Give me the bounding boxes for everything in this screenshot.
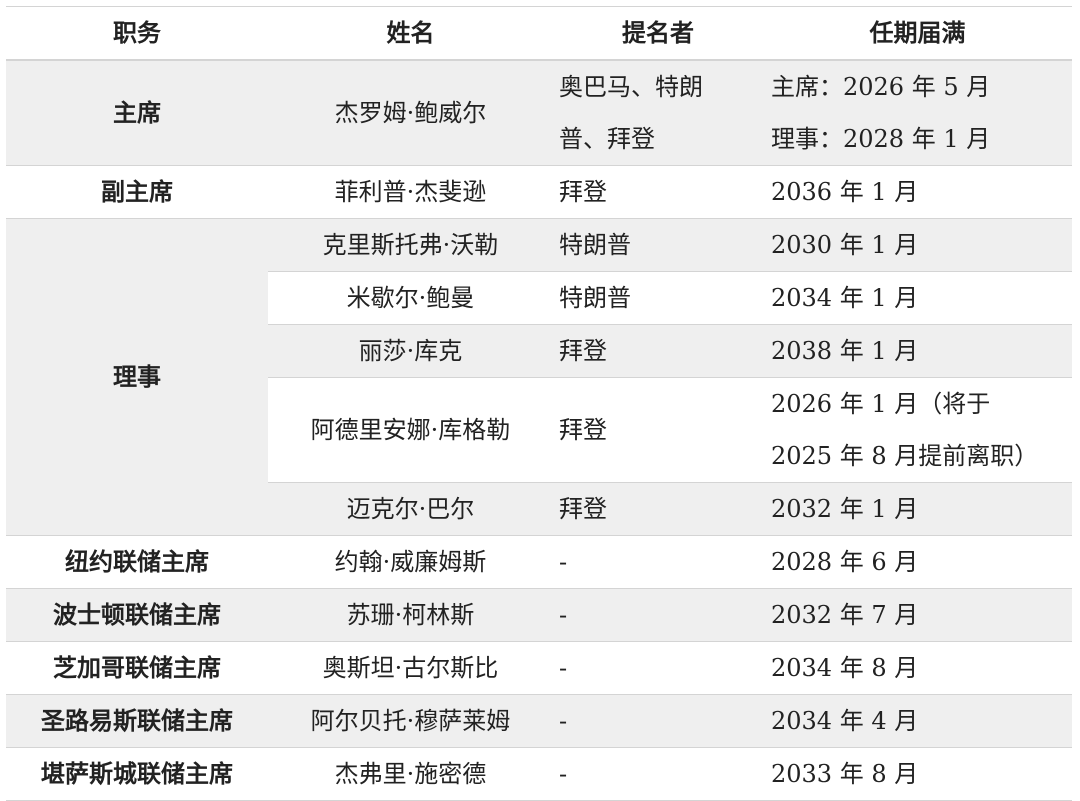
position-cell: 芝加哥联储主席: [6, 641, 268, 695]
table-row-chair: 主席 杰罗姆·鲍威尔 奥巴马、特朗 普、拜登 主席：2026 年 5 月 理事：…: [6, 60, 1072, 166]
header-name: 姓名: [268, 6, 553, 61]
header-term: 任期届满: [763, 6, 1072, 61]
name-cell: 菲利普·杰斐逊: [268, 165, 553, 219]
term-line: 2026 年 1 月（将于: [771, 390, 991, 418]
term-cell: 2033 年 8 月: [763, 747, 1072, 801]
nominator-cell: 拜登: [553, 165, 763, 219]
position-cell-governors: 理事: [6, 218, 268, 536]
name-cell: 苏珊·柯林斯: [268, 588, 553, 642]
table-header: 职务 姓名 提名者 任期届满: [6, 6, 1072, 61]
position-cell: 圣路易斯联储主席: [6, 694, 268, 748]
term-cell: 2038 年 1 月: [763, 324, 1072, 378]
term-cell: 2032 年 1 月: [763, 482, 1072, 536]
nominator-line: 普、拜登: [559, 125, 655, 153]
name-cell: 杰弗里·施密德: [268, 747, 553, 801]
header-position: 职务: [6, 6, 268, 61]
table-row-regional: 纽约联储主席 约翰·威廉姆斯 - 2028 年 6 月: [6, 535, 1072, 589]
nominator-cell: -: [553, 694, 763, 748]
nominator-cell: 奥巴马、特朗 普、拜登: [553, 60, 763, 166]
term-cell: 2034 年 1 月: [763, 271, 1072, 325]
nominator-cell: 拜登: [553, 324, 763, 378]
nominator-cell: -: [553, 535, 763, 589]
term-cell: 2032 年 7 月: [763, 588, 1072, 642]
name-cell: 约翰·威廉姆斯: [268, 535, 553, 589]
name-cell: 杰罗姆·鲍威尔: [268, 60, 553, 166]
term-line: 主席：2026 年 5 月: [771, 73, 991, 101]
term-line: 理事：2028 年 1 月: [771, 125, 991, 153]
position-cell: 纽约联储主席: [6, 535, 268, 589]
name-cell: 克里斯托弗·沃勒: [268, 218, 553, 272]
nominator-cell: 拜登: [553, 482, 763, 536]
table-row-regional: 堪萨斯城联储主席 杰弗里·施密德 - 2033 年 8 月: [6, 747, 1072, 801]
term-cell: 主席：2026 年 5 月 理事：2028 年 1 月: [763, 60, 1072, 166]
term-cell: 2028 年 6 月: [763, 535, 1072, 589]
term-line: 2025 年 8 月提前离职）: [771, 442, 1039, 470]
position-cell: 主席: [6, 60, 268, 166]
position-cell: 波士顿联储主席: [6, 588, 268, 642]
nominator-cell: 特朗普: [553, 218, 763, 272]
term-cell: 2026 年 1 月（将于 2025 年 8 月提前离职）: [763, 377, 1072, 483]
name-cell: 丽莎·库克: [268, 324, 553, 378]
table-row-governor: 理事 克里斯托弗·沃勒 特朗普 2030 年 1 月: [6, 218, 1072, 536]
term-cell: 2034 年 4 月: [763, 694, 1072, 748]
table-row-vice-chair: 副主席 菲利普·杰斐逊 拜登 2036 年 1 月: [6, 165, 1072, 219]
table-body: 主席 杰罗姆·鲍威尔 奥巴马、特朗 普、拜登 主席：2026 年 5 月 理事：…: [6, 60, 1072, 801]
nominator-cell: -: [553, 747, 763, 801]
position-cell: 副主席: [6, 165, 268, 219]
name-cell: 米歇尔·鲍曼: [268, 271, 553, 325]
name-cell: 阿尔贝托·穆萨莱姆: [268, 694, 553, 748]
name-cell: 迈克尔·巴尔: [268, 482, 553, 536]
name-cell: 阿德里安娜·库格勒: [268, 377, 553, 483]
header-row: 职务 姓名 提名者 任期届满: [6, 6, 1072, 61]
table-row-regional: 波士顿联储主席 苏珊·柯林斯 - 2032 年 7 月: [6, 588, 1072, 642]
term-cell: 2030 年 1 月: [763, 218, 1072, 272]
header-nominator: 提名者: [553, 6, 763, 61]
nominator-cell: -: [553, 588, 763, 642]
table-row-regional: 圣路易斯联储主席 阿尔贝托·穆萨莱姆 - 2034 年 4 月: [6, 694, 1072, 748]
document-page: 职务 姓名 提名者 任期届满 主席 杰罗姆·鲍威尔 奥巴马、特朗 普、拜登 主席…: [0, 0, 1080, 801]
nominator-line: 奥巴马、特朗: [559, 73, 703, 101]
term-cell: 2034 年 8 月: [763, 641, 1072, 695]
name-cell: 奥斯坦·古尔斯比: [268, 641, 553, 695]
nominator-cell: 特朗普: [553, 271, 763, 325]
fomc-members-table: 职务 姓名 提名者 任期届满 主席 杰罗姆·鲍威尔 奥巴马、特朗 普、拜登 主席…: [6, 6, 1072, 801]
term-cell: 2036 年 1 月: [763, 165, 1072, 219]
nominator-cell: -: [553, 641, 763, 695]
table-row-regional: 芝加哥联储主席 奥斯坦·古尔斯比 - 2034 年 8 月: [6, 641, 1072, 695]
position-cell: 堪萨斯城联储主席: [6, 747, 268, 801]
nominator-cell: 拜登: [553, 377, 763, 483]
